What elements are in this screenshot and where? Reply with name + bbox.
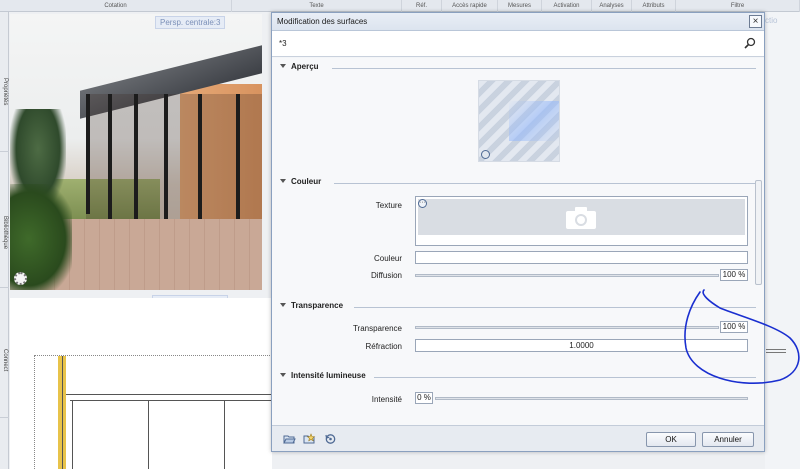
side-tab-bibliotheque[interactable]: Bibliothèque bbox=[0, 152, 9, 288]
mullion bbox=[86, 94, 90, 214]
side-panel: Propriétés Bibliothèque Connect bbox=[0, 12, 9, 469]
section-rule bbox=[334, 183, 756, 184]
collapse-caret-icon[interactable] bbox=[280, 179, 286, 183]
reset-icon[interactable] bbox=[324, 433, 337, 445]
scrollbar[interactable] bbox=[755, 180, 762, 285]
search-bar[interactable]: *3 bbox=[272, 31, 764, 57]
ok-button[interactable]: OK bbox=[646, 432, 696, 447]
diffusion-label: Diffusion bbox=[371, 271, 402, 280]
search-input[interactable]: *3 bbox=[279, 39, 287, 48]
plan-line bbox=[34, 355, 272, 356]
texture-label: Texture bbox=[375, 201, 402, 210]
section-title: Transparence bbox=[291, 301, 344, 310]
save-favorite-icon[interactable] bbox=[303, 433, 316, 445]
collapse-caret-icon[interactable] bbox=[280, 64, 286, 68]
cancel-button[interactable]: Annuler bbox=[702, 432, 754, 447]
plan-line bbox=[62, 356, 63, 469]
side-tab-label: Connect bbox=[2, 348, 8, 371]
ribbon: Cotation Texte Réf. Accès rapide Mesures Acti… bbox=[0, 0, 800, 12]
collapse-caret-icon[interactable] bbox=[280, 373, 286, 377]
navigation-wheel-icon[interactable] bbox=[14, 272, 27, 285]
transparence-slider[interactable] bbox=[415, 326, 719, 329]
open-folder-icon[interactable] bbox=[283, 433, 296, 445]
terrace-floor bbox=[40, 219, 262, 290]
transparence-label: Transparence bbox=[352, 324, 402, 333]
diffusion-value[interactable]: 100 % bbox=[720, 269, 748, 281]
preview-shine bbox=[509, 101, 559, 141]
plan-line bbox=[72, 400, 73, 469]
ribbon-tab[interactable]: Mesures bbox=[498, 0, 542, 12]
ribbon-tab[interactable]: Activation bbox=[542, 0, 592, 12]
mullion bbox=[134, 94, 138, 239]
viewport-label-persp[interactable]: Persp. centrale:3 bbox=[155, 16, 226, 29]
diffusion-slider[interactable] bbox=[415, 274, 719, 277]
intensite-slider[interactable] bbox=[435, 397, 748, 400]
right-workspace bbox=[765, 12, 800, 469]
mullion bbox=[108, 94, 112, 224]
plan-line bbox=[66, 394, 272, 395]
side-tab-label: Propriétés bbox=[2, 77, 8, 105]
material-preview bbox=[478, 80, 560, 162]
texture-field[interactable]: ··· bbox=[415, 196, 748, 246]
couleur-input[interactable] bbox=[415, 251, 748, 264]
collapse-caret-icon[interactable] bbox=[280, 303, 286, 307]
perspective-viewport[interactable] bbox=[10, 14, 262, 290]
camera-icon bbox=[566, 207, 596, 229]
side-tab-label: Bibliothèque bbox=[2, 215, 8, 249]
section-title: Intensité lumineuse bbox=[291, 371, 366, 380]
side-tab-proprietes[interactable]: Propriétés bbox=[0, 12, 9, 152]
ribbon-tab[interactable]: Filtre bbox=[676, 0, 800, 12]
ribbon-tab[interactable]: Texte bbox=[232, 0, 402, 12]
section-couleur[interactable]: Couleur bbox=[280, 177, 756, 189]
intensite-value[interactable]: 0 % bbox=[415, 392, 433, 404]
plan-line bbox=[70, 400, 272, 401]
preview-badge-icon[interactable] bbox=[481, 150, 490, 159]
dialog-title: Modification des surfaces bbox=[277, 17, 368, 26]
ribbon-tab[interactable]: Attributs bbox=[632, 0, 676, 12]
plan-line bbox=[34, 355, 35, 469]
texture-more-icon[interactable]: ··· bbox=[418, 199, 427, 208]
plan-view[interactable] bbox=[10, 298, 272, 469]
ribbon-tab[interactable]: Accès rapide bbox=[442, 0, 498, 12]
right-faint-text: ctio bbox=[765, 16, 778, 25]
ribbon-tab[interactable]: Réf. bbox=[402, 0, 442, 12]
ribbon-tab[interactable]: Analyses bbox=[592, 0, 632, 12]
section-rule bbox=[332, 68, 756, 69]
refraction-label: Réfraction bbox=[365, 342, 402, 351]
plan-line bbox=[148, 400, 149, 469]
section-title: Couleur bbox=[291, 177, 322, 186]
dialog-titlebar[interactable]: Modification des surfaces × bbox=[272, 13, 764, 31]
plan-line bbox=[224, 400, 225, 469]
intensite-label: Intensité bbox=[371, 395, 402, 404]
search-icon[interactable] bbox=[744, 37, 756, 49]
hand-drawn-annotation bbox=[684, 289, 800, 384]
couleur-label: Couleur bbox=[373, 254, 402, 263]
section-apercu[interactable]: Aperçu bbox=[280, 62, 756, 74]
texture-placeholder bbox=[418, 199, 745, 235]
ribbon-tab[interactable]: Cotation bbox=[0, 0, 232, 12]
dialog-footer: OK Annuler bbox=[272, 425, 764, 451]
close-button[interactable]: × bbox=[749, 15, 762, 28]
section-title: Aperçu bbox=[291, 62, 319, 71]
side-tab-connect[interactable]: Connect bbox=[0, 288, 9, 418]
